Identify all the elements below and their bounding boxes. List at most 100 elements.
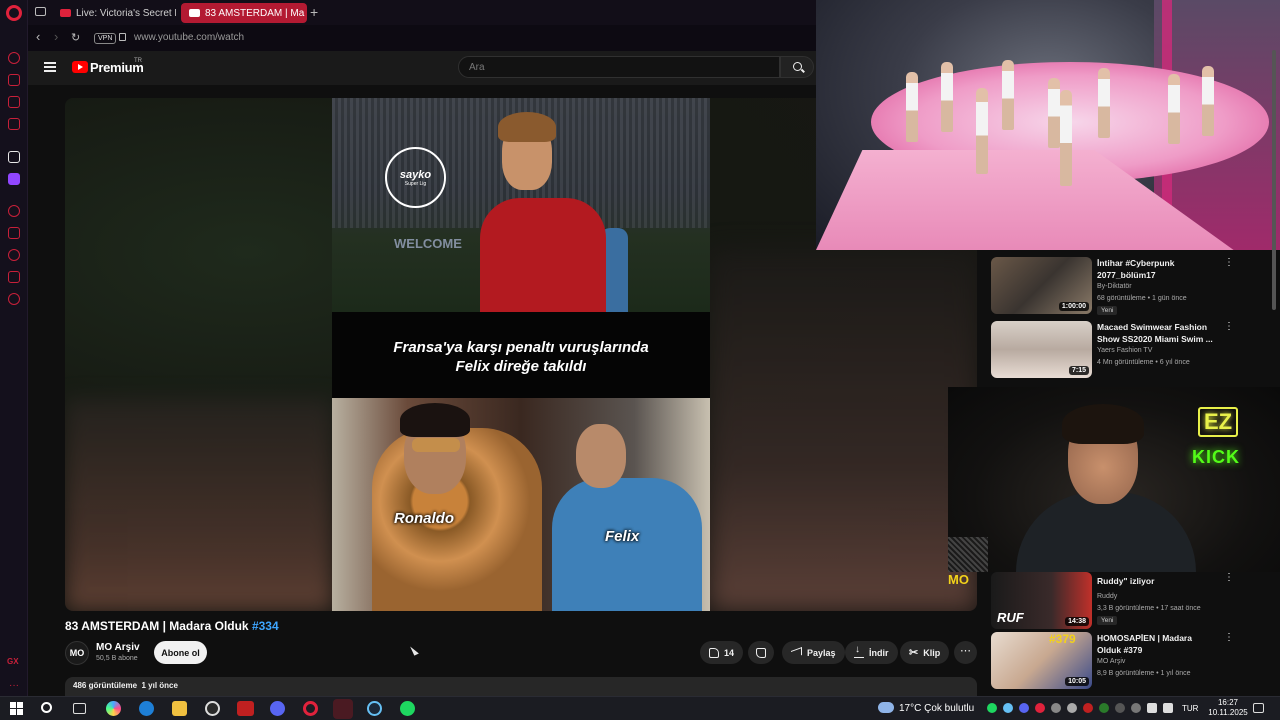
search-icon[interactable] [41,702,52,713]
arc-icon[interactable] [8,151,20,163]
more-vert-icon[interactable]: ⋮ [1224,632,1234,643]
share-button[interactable]: Paylaş [782,641,845,664]
video-thumbnail[interactable]: #379 10:05 [991,632,1092,689]
like-button[interactable]: 14 [700,641,744,664]
thumbs-down-icon [756,647,766,658]
clip-button[interactable]: ✂ Klip [900,641,950,664]
history-icon[interactable] [8,249,20,261]
notification-icon[interactable] [1253,703,1264,713]
volume-icon[interactable] [1163,703,1173,713]
tab-amsterdam[interactable]: 83 AMSTERDAM | Ma [181,3,307,23]
video-title[interactable]: Macaed Swimwear Fashion Show SS2020 Miam… [1097,321,1215,345]
more-vert-icon[interactable]: ⋮ [1224,321,1234,332]
copilot-icon[interactable] [106,701,121,716]
weather-text[interactable]: 17°C Çok bulutlu [899,703,974,714]
video-thumbnail[interactable]: RUF 14:38 [991,572,1092,629]
video-title[interactable]: İntihar #Cyberpunk 2077_bölüm17 [1097,257,1215,281]
cloud-icon[interactable] [878,702,894,713]
runway-model [1098,68,1110,138]
list-item[interactable]: #379 10:05 HOMOSAPİEN | Madara Olduk #37… [991,632,1241,690]
channel-name[interactable]: Yaers Fashion TV [1097,347,1152,354]
steam-tray-icon[interactable] [1003,703,1013,713]
video-meta: 68 görüntüleme • 1 gün önce [1097,295,1187,302]
player-icon[interactable] [8,205,20,217]
spotify-icon[interactable] [400,701,415,716]
scrollbar-thumb[interactable] [1272,50,1276,310]
channel-name[interactable]: MO Arşiv [1097,658,1125,665]
more-vert-icon[interactable]: ⋮ [1224,257,1234,268]
youtube-logo-icon[interactable] [72,61,88,73]
opera-tray-icon[interactable] [1035,703,1045,713]
file-explorer-icon[interactable] [172,701,187,716]
menu-icon[interactable] [44,62,56,72]
tab-victorias-secret[interactable]: Live: Victoria's Secret Fas [52,3,176,23]
channel-name[interactable]: MO Arşiv [96,642,140,653]
list-item[interactable]: 1:00:00 İntihar #Cyberpunk 2077_bölüm17 … [991,257,1241,315]
url-field[interactable]: www.youtube.com/watch [134,32,244,43]
subscribe-button[interactable]: Abone ol [154,641,207,664]
reload-button[interactable]: ↻ [71,31,80,44]
opera-logo-icon[interactable] [6,5,22,21]
video-title[interactable]: HOMOSAPİEN | Madara Olduk #379 [1097,632,1215,656]
video-title[interactable]: Ruddy" izliyor [1097,575,1215,587]
speed-dial-icon[interactable] [8,52,20,64]
instagram-icon[interactable] [8,118,20,130]
view-count: 486 görüntüleme [73,681,138,690]
download-button[interactable]: İndir [845,641,898,664]
sidebar-more-icon[interactable]: ··· [9,680,19,691]
tray-app-icon[interactable] [1115,703,1125,713]
video-thumbnail[interactable]: 1:00:00 [991,257,1092,314]
back-button[interactable]: ‹ [36,29,40,44]
channel-name[interactable]: By-Diktatör [1097,283,1132,290]
clock[interactable]: 16:27 10.11.2025 [1204,698,1252,718]
tray-app-icon[interactable] [1131,703,1141,713]
forward-button[interactable]: › [54,29,58,44]
task-view-icon[interactable] [73,703,86,714]
extensions-icon[interactable] [8,271,20,283]
dislike-button[interactable] [748,641,774,664]
vpn-badge[interactable]: VPN [94,33,117,44]
nvidia-tray-icon[interactable] [1099,703,1109,713]
list-item[interactable]: 7:15 Macaed Swimwear Fashion Show SS2020… [991,321,1241,379]
network-icon[interactable] [1147,703,1157,713]
obs-icon[interactable] [205,701,220,716]
opera-gx-icon[interactable] [333,699,353,719]
bag-icon[interactable] [8,74,20,86]
gx-label[interactable]: GX [7,657,19,666]
more-vert-icon[interactable]: ⋮ [1224,572,1234,583]
video-frame[interactable]: WELCOME sayko Super Lig Fransa'ya karşı … [332,98,710,611]
discord-icon[interactable] [270,701,285,716]
new-tab-button[interactable]: + [310,4,318,20]
tab-islands-icon[interactable] [35,7,46,16]
video-thumbnail[interactable]: 7:15 [991,321,1092,378]
spotify-tray-icon[interactable] [987,703,997,713]
twitch-icon[interactable] [8,173,20,185]
avatar[interactable]: MO [65,641,89,665]
bookmark-icon[interactable] [8,227,20,239]
pip-video-runway[interactable] [816,0,1280,250]
tray-app-icon[interactable] [1067,703,1077,713]
lock-icon[interactable] [119,33,126,41]
description-box[interactable]: 486 görüntüleme 1 yıl önce [65,677,977,696]
discord-tray-icon[interactable] [1019,703,1029,713]
settings-icon[interactable] [8,293,20,305]
list-item[interactable]: RUF 14:38 Ruddy" izliyor Ruddy 3,3 B gör… [991,572,1241,630]
more-actions-button[interactable]: ⋯ [954,641,977,664]
video-hashtag[interactable]: #334 [252,619,279,633]
edge-icon[interactable] [139,701,154,716]
voicemod-icon[interactable] [237,701,254,716]
webcam-overlay: EZ KICK [948,387,1280,572]
tray-app-icon[interactable] [1083,703,1093,713]
search-input[interactable] [458,56,780,78]
opera-icon[interactable] [303,701,318,716]
language-indicator[interactable]: TUR [1182,704,1198,713]
search-button[interactable] [780,56,814,78]
messenger-icon[interactable] [8,96,20,108]
tab-label: Live: Victoria's Secret Fas [76,7,176,19]
tray-app-icon[interactable] [1051,703,1061,713]
steam-icon[interactable] [367,701,382,716]
windows-start-icon[interactable] [10,702,23,715]
man-right-head [576,424,626,488]
channel-name[interactable]: Ruddy [1097,593,1117,600]
footballer-hair [498,112,556,142]
